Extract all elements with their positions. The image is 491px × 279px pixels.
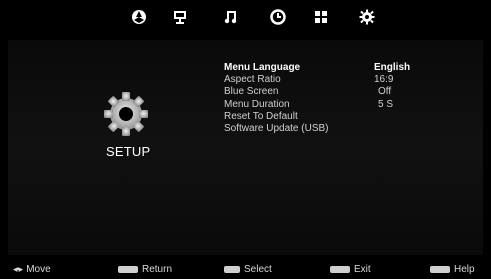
move-hint: ◂•▸ Move (13, 264, 51, 275)
exit-hint-label: Exit (354, 264, 371, 275)
setup-menu-list: Menu Language English Aspect Ratio 16:9 … (224, 62, 424, 135)
move-hint-label: Move (26, 264, 51, 275)
clock-icon[interactable] (267, 6, 289, 28)
menu-item-menu-duration[interactable]: Menu Duration 5 S (224, 99, 424, 111)
display-icon[interactable] (169, 6, 191, 28)
setup-title: SETUP (106, 144, 151, 159)
select-hint-label: Select (244, 264, 272, 275)
menu-item-label: Aspect Ratio (224, 74, 281, 86)
menu-item-label: Reset To Default (224, 110, 298, 122)
menu-item-value: 5 S (378, 98, 394, 110)
setup-gear-icon (104, 92, 148, 136)
menu-key-icon (118, 266, 138, 273)
menu-item-menu-language[interactable]: Menu Language English (224, 62, 424, 74)
menu-item-value: 16:9 (374, 74, 394, 86)
menu-item-aspect-ratio[interactable]: Aspect Ratio 16:9 (224, 74, 424, 86)
ok-key-icon (224, 266, 240, 273)
top-nav-bar (0, 0, 491, 40)
menu-item-label: Menu Language (224, 62, 301, 73)
menu-item-value: English (374, 62, 411, 73)
picture-icon[interactable] (128, 6, 150, 28)
menu-item-software-update[interactable]: Software Update (USB) (224, 123, 424, 135)
help-hint: Help (430, 264, 475, 275)
music-note-icon[interactable] (220, 6, 242, 28)
info-key-icon (430, 266, 450, 273)
menu-item-reset-to-default[interactable]: Reset To Default (224, 111, 424, 123)
menu-item-label: Blue Screen (224, 86, 279, 98)
select-hint: Select (224, 264, 272, 275)
footer-hint-bar: ◂•▸ Move Return Select Exit Help (0, 257, 491, 279)
return-hint: Return (118, 264, 172, 275)
return-hint-label: Return (142, 264, 173, 275)
exit-key-icon (330, 266, 350, 273)
menu-item-label: Software Update (USB) (224, 123, 329, 135)
grid-icon[interactable] (310, 6, 332, 28)
menu-item-blue-screen[interactable]: Blue Screen Off (224, 86, 424, 98)
menu-item-value: Off (378, 86, 392, 98)
help-hint-label: Help (454, 264, 475, 275)
arrows-icon: ◂•▸ (13, 264, 23, 274)
menu-item-label: Menu Duration (224, 98, 290, 110)
gear-icon[interactable] (356, 6, 378, 28)
exit-hint: Exit (330, 264, 371, 275)
